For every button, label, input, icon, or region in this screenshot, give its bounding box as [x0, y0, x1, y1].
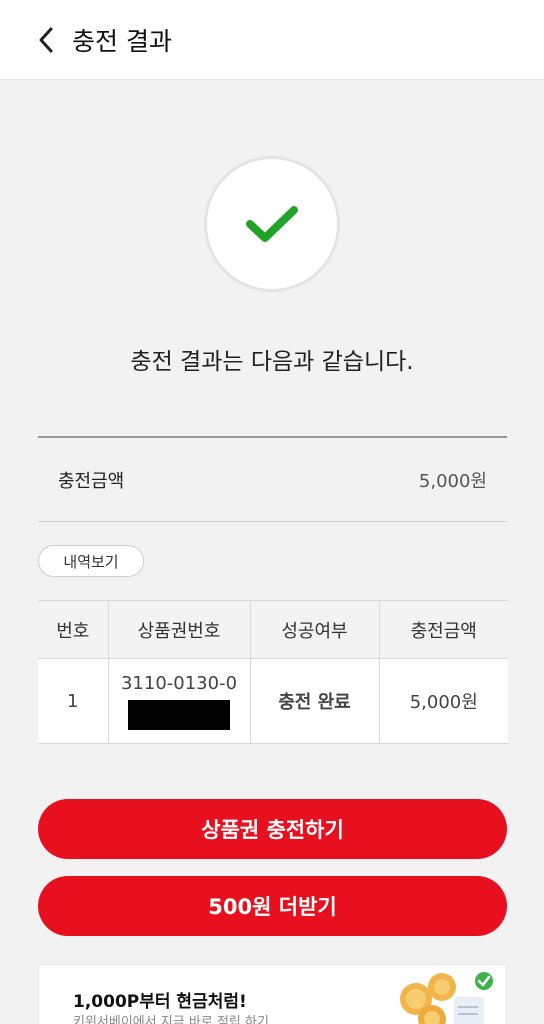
table-row: 1 3110-0130-0 충전 완료 5,000원	[38, 658, 508, 744]
result-table: 번호 상품권번호 성공여부 충전금액 1 3110-0130-0 충전 완료 5…	[38, 600, 508, 744]
success-indicator	[204, 156, 340, 292]
row-amount: 5,000원	[378, 658, 508, 744]
back-button[interactable]	[22, 16, 70, 64]
chevron-left-icon	[39, 27, 53, 52]
charge-summary: 충전금액 5,000원	[38, 436, 507, 522]
row-number: 1	[38, 658, 108, 744]
app-header: 충전 결과	[0, 0, 544, 80]
charge-voucher-button[interactable]: 상품권 충전하기	[38, 799, 507, 859]
table-header-row: 번호 상품권번호 성공여부 충전금액	[38, 600, 508, 659]
page-title: 충전 결과	[72, 26, 172, 56]
coins-illustration	[400, 972, 493, 1024]
header-number: 번호	[38, 600, 108, 659]
redacted-block	[128, 699, 230, 730]
banner-subtitle: 키위서베이에서 지금 바로 적립 하기	[73, 1015, 269, 1024]
banner-title: 1,000P부터 현금처럼!	[73, 992, 247, 1012]
get-bonus-button[interactable]: 500원 더받기	[38, 876, 507, 936]
checkmark-icon	[246, 206, 298, 242]
header-success: 성공여부	[249, 600, 379, 659]
view-history-button[interactable]: 내역보기	[38, 545, 144, 577]
summary-label: 충전금액	[58, 470, 125, 492]
promo-banner[interactable]: 1,000P부터 현금처럼! 키위서베이에서 지금 바로 적립 하기	[38, 964, 507, 1024]
summary-value: 5,000원	[418, 470, 487, 492]
row-status: 충전 완료	[249, 658, 379, 744]
result-message: 충전 결과는 다음과 같습니다.	[130, 349, 414, 375]
voucher-number: 3110-0130-0	[120, 672, 238, 694]
row-voucher-cell: 3110-0130-0	[107, 658, 250, 744]
header-voucher-number: 상품권번호	[107, 600, 250, 659]
header-amount: 충전금액	[378, 600, 508, 659]
